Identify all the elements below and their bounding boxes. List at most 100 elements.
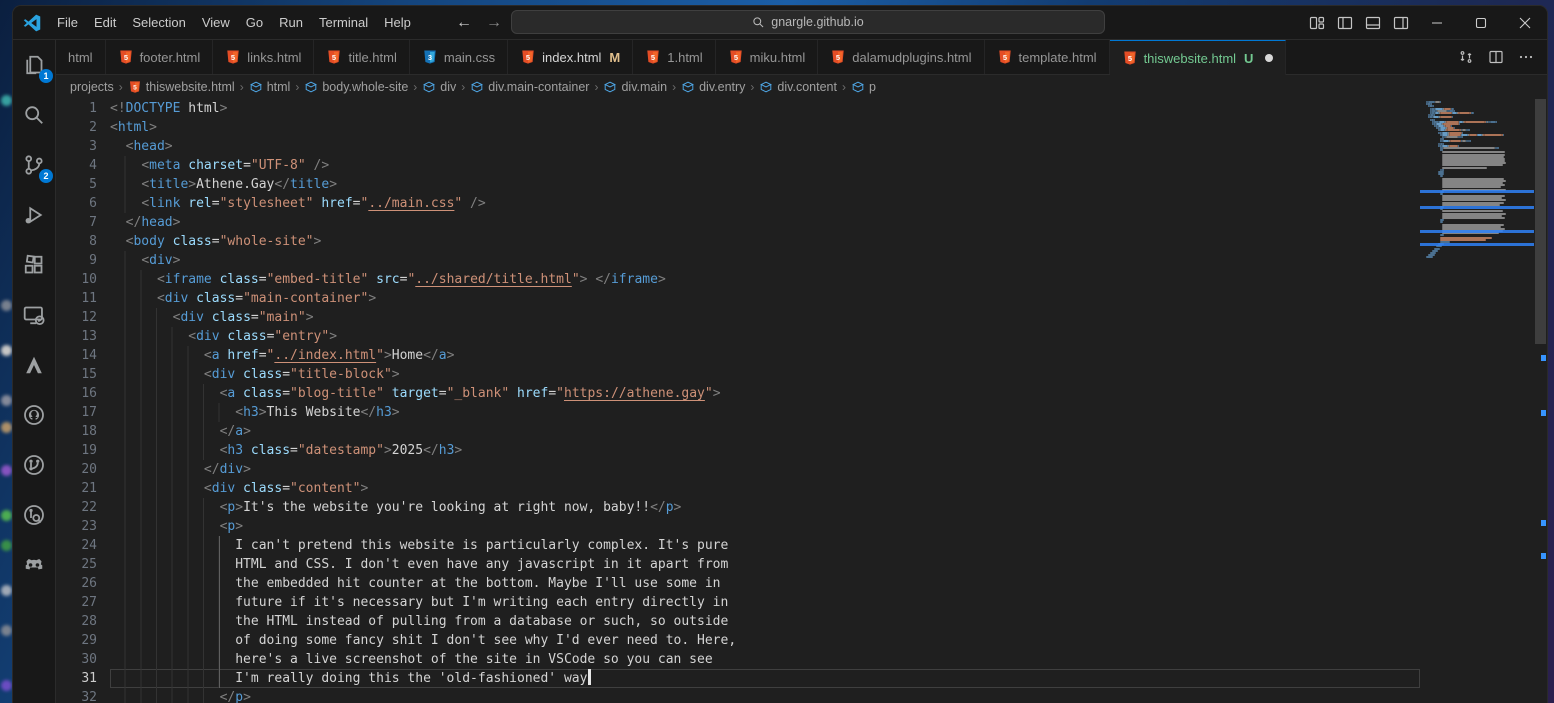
unsaved-dot-icon[interactable] xyxy=(1265,54,1273,62)
tab-1.html[interactable]: 51.html xyxy=(633,40,715,74)
toggle-secondary-sidebar-icon[interactable] xyxy=(1387,6,1415,39)
code-line-17[interactable]: 17 <h3>This Website</h3> xyxy=(56,403,1420,422)
desktop-taskbar-icon xyxy=(1,345,12,356)
customize-layout-icon[interactable] xyxy=(1303,6,1331,39)
menu-help[interactable]: Help xyxy=(376,11,419,34)
tab-label: dalamudplugins.html xyxy=(852,50,971,65)
toggle-primary-sidebar-icon[interactable] xyxy=(1331,6,1359,39)
tab-title.html[interactable]: 5title.html xyxy=(314,40,409,74)
code-line-12[interactable]: 12 <div class="main"> xyxy=(56,308,1420,327)
tab-dalamudplugins.html[interactable]: 5dalamudplugins.html xyxy=(818,40,984,74)
scrollbar-slider[interactable] xyxy=(1535,99,1546,344)
code-line-32[interactable]: 32 </p> xyxy=(56,688,1420,703)
tab-bar: html5footer.html 5 links.html 5title.html3m… xyxy=(56,40,1547,75)
code-line-11[interactable]: 11 <div class="main-container"> xyxy=(56,289,1420,308)
breadcrumb-item-div[interactable]: div xyxy=(422,80,456,94)
tab-html[interactable]: html xyxy=(56,40,106,74)
code-line-19[interactable]: 19 <h3 class="datestamp">2025</h3> xyxy=(56,441,1420,460)
github-icon[interactable] xyxy=(21,402,47,428)
code-line-13[interactable]: 13 <div class="entry"> xyxy=(56,327,1420,346)
code-line-4[interactable]: 4 <meta charset="UTF-8" /> xyxy=(56,156,1420,175)
html-file-icon: 5 xyxy=(728,49,744,65)
line-number: 4 xyxy=(56,156,110,175)
code-line-10[interactable]: 10 <iframe class="embed-title" src="../s… xyxy=(56,270,1420,289)
run-and-debug-icon[interactable] xyxy=(21,202,47,228)
code-line-5[interactable]: 5 <title>Athene.Gay</title> xyxy=(56,175,1420,194)
command-center[interactable]: gnargle.github.io xyxy=(511,10,1105,34)
code-line-16[interactable]: 16 <a class="blog-title" target="_blank"… xyxy=(56,384,1420,403)
menu-view[interactable]: View xyxy=(194,11,238,34)
tab-links.html[interactable]: 5 links.html xyxy=(213,40,314,74)
code-line-21[interactable]: 21 <div class="content"> xyxy=(56,479,1420,498)
gitlens-icon[interactable] xyxy=(21,452,47,478)
breadcrumb-item-html[interactable]: html xyxy=(249,80,291,94)
code-editor[interactable]: 1<!DOCTYPE html>2<html>3 <head>4 <meta c… xyxy=(56,99,1420,703)
editor-scrollbar[interactable] xyxy=(1534,99,1547,703)
code-line-15[interactable]: 15 <div class="title-block"> xyxy=(56,365,1420,384)
tab-miku.html[interactable]: 5miku.html xyxy=(716,40,819,74)
commit-graph-icon[interactable] xyxy=(21,502,47,528)
remote-explorer-icon[interactable] xyxy=(21,302,47,328)
code-line-24[interactable]: 24 I can't pretend this website is parti… xyxy=(56,536,1420,555)
code-line-30[interactable]: 30 here's a live screenshot of the site … xyxy=(56,650,1420,669)
open-changes-icon[interactable] xyxy=(1453,44,1479,70)
menu-run[interactable]: Run xyxy=(271,11,311,34)
tab-index.html[interactable]: 5index.htmlM xyxy=(508,40,633,74)
split-editor-icon[interactable] xyxy=(1483,44,1509,70)
breadcrumb-item-div.entry[interactable]: div.entry xyxy=(681,80,745,94)
explorer-icon[interactable]: 1 xyxy=(21,52,47,78)
code-line-14[interactable]: 14 <a href="../index.html">Home</a> xyxy=(56,346,1420,365)
menu-selection[interactable]: Selection xyxy=(124,11,193,34)
code-line-8[interactable]: 8 <body class="whole-site"> xyxy=(56,232,1420,251)
breadcrumb-item-p[interactable]: p xyxy=(851,80,876,94)
breadcrumb-item-div.main[interactable]: div.main xyxy=(603,80,667,94)
menu-terminal[interactable]: Terminal xyxy=(311,11,376,34)
close-button[interactable] xyxy=(1503,6,1547,39)
code-line-20[interactable]: 20 </div> xyxy=(56,460,1420,479)
breadcrumb-item-projects[interactable]: projects xyxy=(70,80,114,94)
nav-back-icon[interactable]: ← xyxy=(456,14,472,32)
code-line-25[interactable]: 25 HTML and CSS. I don't even have any j… xyxy=(56,555,1420,574)
code-line-31[interactable]: 31 I'm really doing this the 'old-fashio… xyxy=(56,669,1420,688)
code-line-26[interactable]: 26 the embedded hit counter at the botto… xyxy=(56,574,1420,593)
tab-thiswebsite.html[interactable]: 5thiswebsite.htmlU xyxy=(1110,40,1287,75)
code-line-3[interactable]: 3 <head> xyxy=(56,137,1420,156)
minimap[interactable] xyxy=(1420,99,1534,703)
tab-template.html[interactable]: 5template.html xyxy=(985,40,1110,74)
code-line-18[interactable]: 18 </a> xyxy=(56,422,1420,441)
toggle-panel-icon[interactable] xyxy=(1359,6,1387,39)
tab-footer.html[interactable]: 5footer.html xyxy=(106,40,214,74)
code-line-28[interactable]: 28 the HTML instead of pulling from a da… xyxy=(56,612,1420,631)
code-line-22[interactable]: 22 <p>It's the website you're looking at… xyxy=(56,498,1420,517)
code-line-7[interactable]: 7 </head> xyxy=(56,213,1420,232)
extension-a-icon[interactable] xyxy=(21,352,47,378)
breadcrumb-item-div.content[interactable]: div.content xyxy=(759,80,837,94)
line-number: 25 xyxy=(56,555,110,574)
code-line-9[interactable]: 9 <div> xyxy=(56,251,1420,270)
godot-tools-icon[interactable] xyxy=(21,552,47,578)
code-line-2[interactable]: 2<html> xyxy=(56,118,1420,137)
more-actions-icon[interactable] xyxy=(1513,44,1539,70)
nav-forward-icon[interactable]: → xyxy=(486,14,502,32)
menu-edit[interactable]: Edit xyxy=(86,11,124,34)
breadcrumb-item-thiswebsite.html[interactable]: 5thiswebsite.html xyxy=(128,80,235,94)
menu-file[interactable]: File xyxy=(49,11,86,34)
svg-text:5: 5 xyxy=(231,53,235,62)
tab-main.css[interactable]: 3main.css xyxy=(410,40,508,74)
code-line-23[interactable]: 23 <p> xyxy=(56,517,1420,536)
code-line-1[interactable]: 1<!DOCTYPE html> xyxy=(56,99,1420,118)
code-line-29[interactable]: 29 of doing some fancy shit I don't see … xyxy=(56,631,1420,650)
minimap-change-marker xyxy=(1420,190,1534,193)
menu-go[interactable]: Go xyxy=(238,11,271,34)
search-icon[interactable] xyxy=(21,102,47,128)
breadcrumb-item-div.main-container[interactable]: div.main-container xyxy=(470,80,589,94)
code-line-27[interactable]: 27 future if it's necessary but I'm writ… xyxy=(56,593,1420,612)
overview-ruler-marker xyxy=(1541,553,1546,559)
tab-label: links.html xyxy=(247,50,301,65)
breadcrumb-item-body.whole-site[interactable]: body.whole-site xyxy=(304,80,408,94)
extensions-icon[interactable] xyxy=(21,252,47,278)
maximize-button[interactable] xyxy=(1459,6,1503,39)
code-line-6[interactable]: 6 <link rel="stylesheet" href="../main.c… xyxy=(56,194,1420,213)
minimize-button[interactable] xyxy=(1415,6,1459,39)
source-control-icon[interactable]: 2 xyxy=(21,152,47,178)
